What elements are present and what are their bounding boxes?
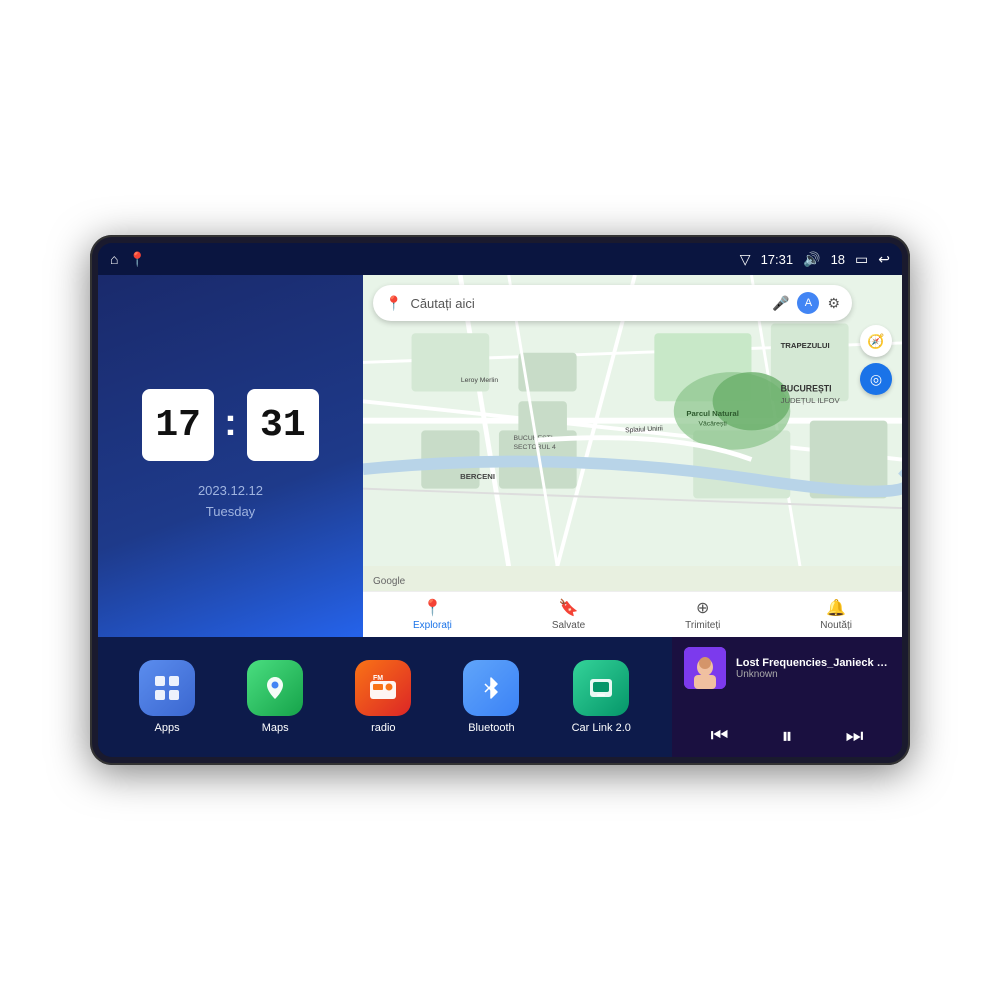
maps-icon xyxy=(247,660,303,716)
radio-icon: FM xyxy=(355,660,411,716)
top-row: 17 : 31 2023.12.12 Tuesday xyxy=(98,275,902,637)
music-artist: Unknown xyxy=(736,669,890,680)
volume-level: 18 xyxy=(831,252,845,267)
map-tab-salvate[interactable]: 🔖 Salvate xyxy=(552,598,585,631)
bottom-row: Apps Maps xyxy=(98,637,902,757)
noutati-icon: 🔔 xyxy=(826,598,846,618)
svg-text:Leroy Merlin: Leroy Merlin xyxy=(461,377,499,384)
location-button[interactable]: ◎ xyxy=(860,363,892,395)
apps-label: Apps xyxy=(155,722,180,734)
status-right-icons: ▽ 17:31 🔊 18 ▭ ↩ xyxy=(740,251,890,268)
main-content: 17 : 31 2023.12.12 Tuesday xyxy=(98,275,902,757)
map-tab-noutati[interactable]: 🔔 Noutăți xyxy=(820,598,852,631)
status-left-icons: ⌂ 📍 xyxy=(110,251,146,268)
bluetooth-icon xyxy=(463,660,519,716)
svg-text:BUCUREȘTI: BUCUREȘTI xyxy=(781,384,832,394)
trimiteti-icon: ⊕ xyxy=(696,598,709,618)
clock-colon: : xyxy=(224,402,237,445)
compass-button[interactable]: 🧭 xyxy=(860,325,892,357)
microphone-icon[interactable]: 🎤 xyxy=(772,295,789,312)
apps-area: Apps Maps xyxy=(98,637,672,757)
map-search-icons: 🎤 A ⚙ xyxy=(772,292,840,314)
map-tab-trimiteti[interactable]: ⊕ Trimiteți xyxy=(685,598,720,631)
next-button[interactable]: ⏭ xyxy=(845,726,863,746)
maps-status-icon[interactable]: 📍 xyxy=(128,251,145,268)
map-nav-buttons: 🧭 ◎ xyxy=(860,325,892,395)
map-search-bar[interactable]: 📍 Căutați aici 🎤 A ⚙ xyxy=(373,285,852,321)
home-icon[interactable]: ⌂ xyxy=(110,251,118,267)
map-panel[interactable]: Parcul Natural Văcărești Leroy Merlin TR… xyxy=(363,275,902,637)
svg-text:JUDEȚUL ILFOV: JUDEȚUL ILFOV xyxy=(781,396,841,405)
map-search-placeholder: Căutați aici xyxy=(410,296,764,311)
status-bar: ⌂ 📍 ▽ 17:31 🔊 18 ▭ ↩ xyxy=(98,243,902,275)
carlink-icon xyxy=(573,660,629,716)
maps-pin-icon: 📍 xyxy=(385,295,402,312)
trimiteti-label: Trimiteți xyxy=(685,620,720,631)
settings-wheel-icon[interactable]: ⚙ xyxy=(827,295,840,312)
app-bluetooth[interactable]: Bluetooth xyxy=(463,660,519,734)
salvate-icon: 🔖 xyxy=(559,598,579,618)
svg-text:FM: FM xyxy=(373,675,383,682)
map-bottom-bar: 📍 Explorați 🔖 Salvate ⊕ Trimiteți 🔔 xyxy=(363,591,902,637)
svg-text:BERCENI: BERCENI xyxy=(460,472,495,481)
svg-text:TRAPEZULUI: TRAPEZULUI xyxy=(781,341,830,350)
clock-panel: 17 : 31 2023.12.12 Tuesday xyxy=(98,275,363,637)
svg-text:Văcărești: Văcărești xyxy=(698,421,727,428)
battery-icon: ▭ xyxy=(855,251,868,268)
app-maps[interactable]: Maps xyxy=(247,660,303,734)
noutati-label: Noutăți xyxy=(820,620,852,631)
back-icon[interactable]: ↩ xyxy=(878,251,890,268)
volume-icon: 🔊 xyxy=(803,251,820,268)
map-user-avatar[interactable]: A xyxy=(797,292,819,314)
clock-date-value: 2023.12.12 xyxy=(198,481,263,502)
device-screen: ⌂ 📍 ▽ 17:31 🔊 18 ▭ ↩ 17 : xyxy=(98,243,902,757)
svg-text:SECTORUL 4: SECTORUL 4 xyxy=(514,444,556,451)
app-carlink[interactable]: Car Link 2.0 xyxy=(572,660,631,734)
maps-label: Maps xyxy=(262,722,289,734)
signal-icon: ▽ xyxy=(740,251,751,268)
app-radio[interactable]: FM radio xyxy=(355,660,411,734)
clock-display: 17 : 31 xyxy=(142,389,319,461)
exploreaza-label: Explorați xyxy=(413,620,452,631)
svg-text:Parcul Natural: Parcul Natural xyxy=(686,409,739,418)
salvate-label: Salvate xyxy=(552,620,585,631)
music-player: Lost Frequencies_Janieck Devy-... Unknow… xyxy=(672,637,902,757)
app-apps[interactable]: Apps xyxy=(139,660,195,734)
carlink-label: Car Link 2.0 xyxy=(572,722,631,734)
music-info-row: Lost Frequencies_Janieck Devy-... Unknow… xyxy=(684,647,890,689)
music-controls: ⏮ ⏸ ⏭ xyxy=(684,725,890,747)
radio-label: radio xyxy=(371,722,395,734)
bluetooth-label: Bluetooth xyxy=(468,722,514,734)
clock-date: 2023.12.12 Tuesday xyxy=(198,481,263,523)
apps-icon xyxy=(139,660,195,716)
map-tab-exploreaza[interactable]: 📍 Explorați xyxy=(413,598,452,631)
clock-hours: 17 xyxy=(142,389,214,461)
prev-button[interactable]: ⏮ xyxy=(710,726,728,746)
status-time: 17:31 xyxy=(761,252,794,267)
music-thumbnail xyxy=(684,647,726,689)
music-title: Lost Frequencies_Janieck Devy-... xyxy=(736,657,890,669)
exploreaza-icon: 📍 xyxy=(422,598,442,618)
google-logo: Google xyxy=(373,576,405,587)
play-pause-button[interactable]: ⏸ xyxy=(781,725,792,747)
device-frame: ⌂ 📍 ▽ 17:31 🔊 18 ▭ ↩ 17 : xyxy=(90,235,910,765)
clock-minutes: 31 xyxy=(247,389,319,461)
music-text-info: Lost Frequencies_Janieck Devy-... Unknow… xyxy=(736,657,890,680)
clock-day: Tuesday xyxy=(198,502,263,523)
